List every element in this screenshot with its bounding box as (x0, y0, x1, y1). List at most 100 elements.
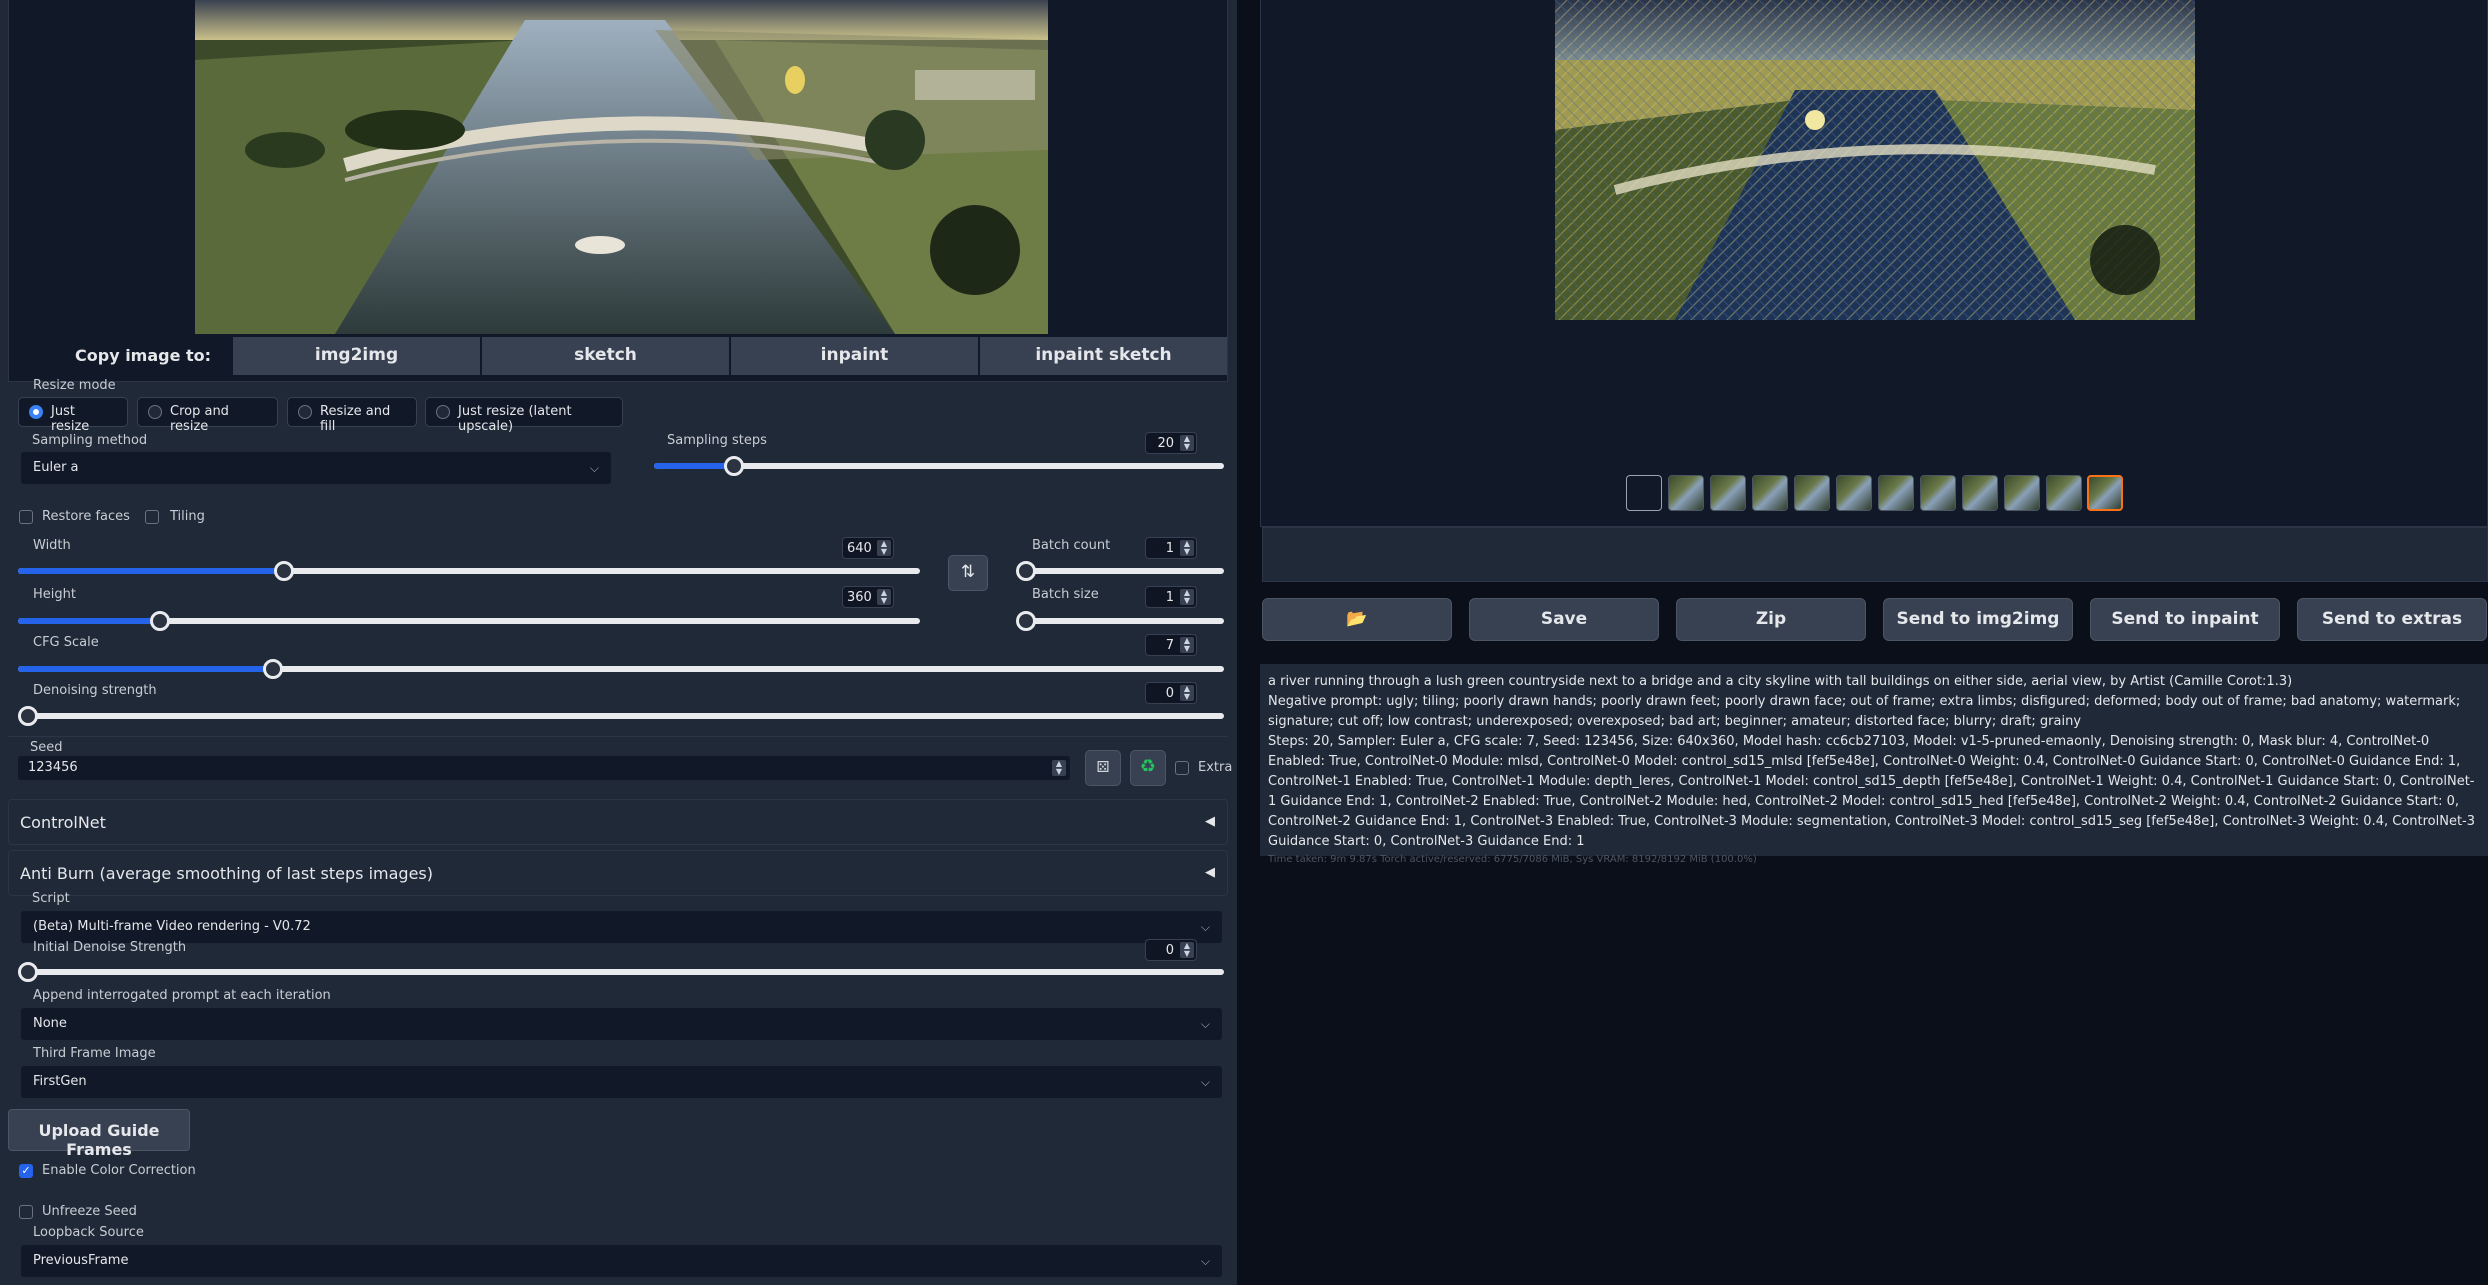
generation-parameters: Steps: 20, Sampler: Euler a, CFG scale: … (1268, 734, 2476, 849)
open-folder-icon[interactable]: 📂 (1262, 598, 1452, 641)
radio-latent-upscale[interactable]: Just resize (latent upscale) (425, 397, 623, 434)
radio-crop-and-resize[interactable]: Crop and resize (137, 397, 278, 434)
tab-inpaint-sketch[interactable]: inpaint sketch (980, 337, 1227, 375)
gallery-thumbnail[interactable] (1920, 475, 1956, 511)
spinner-icon[interactable]: ▲ ▼ (1180, 540, 1194, 556)
sampling-steps-slider[interactable] (654, 456, 1224, 476)
radio-just-resize[interactable]: Just resize (18, 397, 128, 434)
slider-handle[interactable] (149, 611, 170, 631)
upload-guide-frames-button[interactable]: Upload Guide Frames (8, 1109, 190, 1159)
third-frame-value: FirstGen (33, 1074, 87, 1089)
sampling-method-value: Euler a (33, 460, 79, 475)
extra-seed-checkbox[interactable] (1175, 761, 1189, 775)
radio-resize-and-fill[interactable]: Resize and fill (287, 397, 417, 434)
gallery-thumbnail[interactable] (2046, 475, 2082, 511)
swap-dimensions-icon[interactable]: ⇅ (948, 555, 988, 591)
zip-button[interactable]: Zip (1676, 598, 1866, 641)
width-input[interactable]: 640 ▲ ▼ (842, 537, 894, 559)
tab-inpaint[interactable]: inpaint (731, 337, 978, 375)
loopback-source-dropdown[interactable]: PreviousFrame ⌵ (20, 1244, 1223, 1278)
third-frame-dropdown[interactable]: FirstGen ⌵ (20, 1065, 1223, 1099)
reuse-seed-recycle-icon[interactable]: ♻ (1130, 750, 1166, 786)
slider-handle[interactable] (1016, 561, 1036, 581)
restore-faces-checkbox[interactable] (19, 510, 33, 524)
spinner-icon[interactable]: ▲ ▼ (877, 540, 891, 556)
generation-timing: Time taken: 9m 9.87s Torch active/reserv… (1268, 854, 1757, 865)
denoising-strength-value: 0 (1165, 686, 1174, 701)
gallery-thumbnail[interactable] (1668, 475, 1704, 511)
denoising-strength-input[interactable]: 0 ▲ ▼ (1145, 682, 1197, 704)
spinner-icon[interactable]: ▲ ▼ (1180, 589, 1194, 605)
radio-dot (298, 405, 312, 419)
slider-handle[interactable] (274, 561, 295, 581)
controlnet-title: ControlNet (20, 813, 106, 832)
spinner-icon[interactable]: ▲ ▼ (1052, 760, 1066, 776)
spinner-icon[interactable]: ▲ ▼ (1180, 942, 1194, 958)
width-slider[interactable] (18, 561, 920, 581)
tab-img2img[interactable]: img2img (233, 337, 480, 375)
spinner-icon[interactable]: ▲ ▼ (1180, 435, 1194, 451)
batch-count-slider[interactable] (1016, 561, 1224, 581)
gallery-thumbnail-selected[interactable] (2087, 475, 2123, 511)
cfg-scale-value: 7 (1165, 638, 1174, 653)
height-slider[interactable] (18, 611, 920, 631)
cfg-scale-input[interactable]: 7 ▲ ▼ (1145, 634, 1197, 656)
unfreeze-seed-checkbox[interactable] (19, 1205, 33, 1219)
tiling-checkbox[interactable] (145, 510, 159, 524)
chevron-down-icon: ⌵ (1200, 920, 1210, 934)
gallery-thumbnail[interactable] (1962, 475, 1998, 511)
initial-denoise-slider[interactable] (18, 962, 1224, 982)
batch-size-label: Batch size (1032, 587, 1099, 602)
gallery-thumbnail[interactable] (1836, 475, 1872, 511)
send-to-extras-button[interactable]: Send to extras (2297, 598, 2487, 641)
slider-handle[interactable] (18, 706, 38, 726)
send-to-inpaint-button[interactable]: Send to inpaint (2090, 598, 2280, 641)
denoising-strength-slider[interactable] (18, 706, 1224, 726)
collapse-arrow-icon: ◀ (1205, 865, 1215, 880)
sampling-steps-input[interactable]: 20 ▲ ▼ (1145, 432, 1197, 454)
tab-sketch[interactable]: sketch (482, 337, 729, 375)
batch-size-value: 1 (1165, 590, 1174, 605)
batch-size-input[interactable]: 1 ▲ ▼ (1145, 586, 1197, 608)
gallery-thumbnail-grid[interactable] (1626, 475, 1662, 511)
script-dropdown[interactable]: (Beta) Multi-frame Video rendering - V0.… (20, 910, 1223, 944)
height-input[interactable]: 360 ▲ ▼ (842, 586, 894, 608)
seed-input[interactable]: 123456 ▲ ▼ (18, 756, 1070, 780)
sampling-steps-value: 20 (1157, 436, 1174, 451)
chevron-down-icon: ⌵ (1200, 1075, 1210, 1089)
spinner-icon[interactable]: ▲ ▼ (1180, 685, 1194, 701)
send-to-img2img-button[interactable]: Send to img2img (1883, 598, 2073, 641)
spinner-icon[interactable]: ▲ ▼ (1180, 637, 1194, 653)
spinner-icon[interactable]: ▲ ▼ (877, 589, 891, 605)
slider-handle[interactable] (18, 962, 38, 982)
width-value: 640 (847, 541, 872, 556)
antiburn-accordion[interactable]: Anti Burn (average smoothing of last ste… (8, 850, 1228, 896)
batch-count-input[interactable]: 1 ▲ ▼ (1145, 537, 1197, 559)
gallery-thumbnail[interactable] (1794, 475, 1830, 511)
save-button[interactable]: Save (1469, 598, 1659, 641)
color-correction-checkbox[interactable]: ✓ (19, 1164, 33, 1178)
gallery-thumbnail[interactable] (1752, 475, 1788, 511)
tiling-label: Tiling (170, 509, 205, 524)
controlnet-accordion[interactable]: ControlNet ◀ (8, 799, 1228, 845)
radio-dot (436, 405, 450, 419)
input-image[interactable] (195, 0, 1048, 334)
gallery-thumbnail[interactable] (1878, 475, 1914, 511)
append-prompt-dropdown[interactable]: None ⌵ (20, 1007, 1223, 1041)
generation-prompt: a river running through a lush green cou… (1268, 674, 2293, 689)
initial-denoise-input[interactable]: 0 ▲ ▼ (1145, 939, 1197, 961)
slider-handle[interactable] (1016, 611, 1036, 631)
sampling-method-dropdown[interactable]: Euler a ⌵ (20, 451, 612, 485)
sampling-method-label: Sampling method (32, 433, 148, 448)
random-seed-dice-icon[interactable]: ⚄ (1085, 750, 1121, 786)
output-image[interactable] (1555, 0, 2195, 320)
slider-handle[interactable] (724, 456, 745, 476)
initial-denoise-label: Initial Denoise Strength (33, 940, 187, 955)
gallery-thumbnail[interactable] (2004, 475, 2040, 511)
radio-label: Just resize (51, 404, 90, 434)
slider-fill (18, 568, 285, 574)
cfg-scale-slider[interactable] (18, 659, 1224, 679)
gallery-thumbnail[interactable] (1710, 475, 1746, 511)
seed-value: 123456 (28, 760, 78, 775)
batch-size-slider[interactable] (1016, 611, 1224, 631)
